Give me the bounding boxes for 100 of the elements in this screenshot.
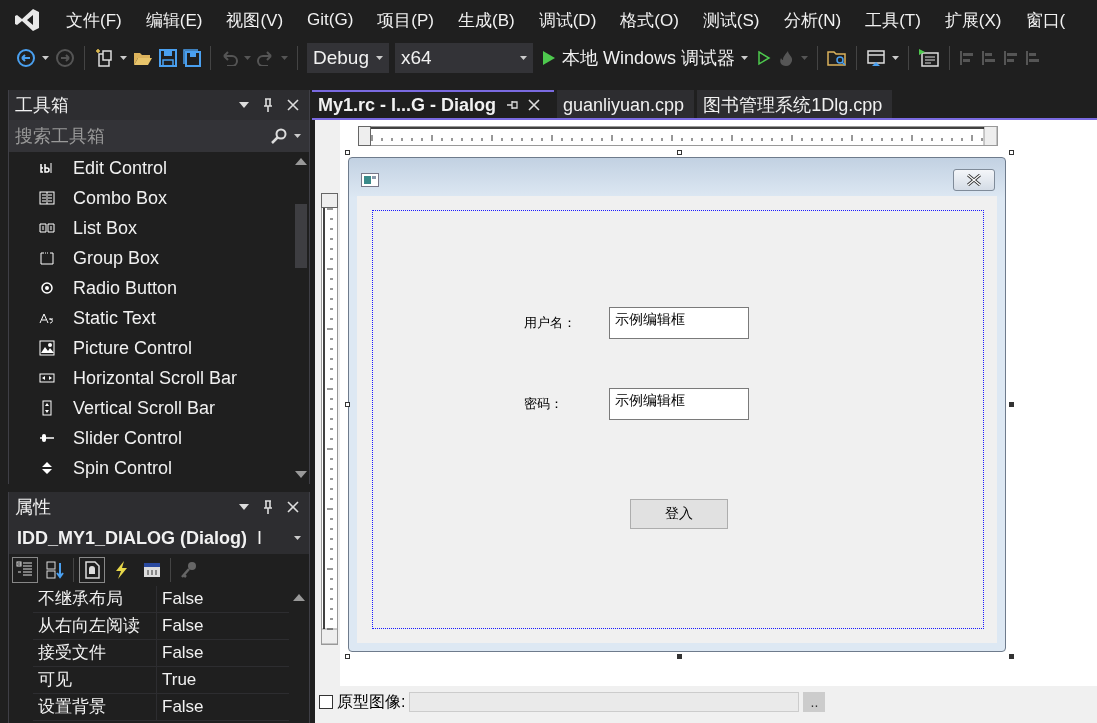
menu-item[interactable]: Git(G) <box>295 10 366 30</box>
property-value[interactable]: False <box>157 586 289 612</box>
start-debugging-button[interactable]: 本地 Windows 调试器 <box>539 46 752 70</box>
folder-search-icon[interactable] <box>827 49 848 67</box>
dropdown-icon[interactable] <box>239 504 249 510</box>
menu-item[interactable]: 项目(P) <box>365 8 446 32</box>
resize-handle[interactable] <box>1009 402 1014 407</box>
search-icon[interactable] <box>270 128 288 144</box>
resize-handle[interactable] <box>345 150 350 155</box>
picture-icon <box>39 340 55 356</box>
resize-handle[interactable] <box>1009 654 1014 659</box>
caret-icon[interactable] <box>376 56 383 60</box>
editor-tab[interactable]: guanliyuan.cpp <box>557 90 695 118</box>
menu-item[interactable]: 测试(S) <box>690 8 772 32</box>
dropdown-icon[interactable] <box>239 102 249 108</box>
group-box-icon <box>39 250 55 266</box>
pin-icon[interactable] <box>263 500 273 514</box>
close-icon[interactable] <box>287 99 299 111</box>
scroll-up-icon[interactable] <box>295 158 307 165</box>
menu-item[interactable]: 调试(D) <box>526 8 609 32</box>
toolbox-item[interactable]: Edit Control <box>9 153 293 183</box>
scroll-down-icon[interactable] <box>295 471 307 478</box>
toolbox-item[interactable]: Spin Control <box>9 453 293 483</box>
categorized-icon[interactable] <box>13 558 37 582</box>
save-all-icon[interactable] <box>183 49 201 67</box>
field-label: 用户名： <box>524 314 576 332</box>
menu-item[interactable]: 窗口( <box>1013 8 1078 32</box>
dialog-window[interactable]: 用户名： 示例编辑框 密码： 示例编辑框 登入 <box>348 157 1006 652</box>
pin-icon[interactable] <box>506 99 519 111</box>
configuration-dropdown[interactable]: Debug <box>307 43 389 73</box>
save-icon[interactable] <box>159 49 177 67</box>
toolbox-item[interactable]: Vertical Scroll Bar <box>9 393 293 423</box>
toolbox-item[interactable]: List Box <box>9 213 293 243</box>
play-icon <box>542 50 556 66</box>
menu-item[interactable]: 分析(N) <box>771 8 854 32</box>
new-project-icon[interactable] <box>94 48 114 68</box>
toolbox-item[interactable]: Combo Box <box>9 183 293 213</box>
caret-icon[interactable] <box>294 536 301 540</box>
play-outline-icon[interactable] <box>757 50 772 66</box>
resize-handle[interactable] <box>345 402 350 407</box>
caret-icon[interactable] <box>120 56 127 60</box>
vertical-scroll-icon <box>39 400 55 416</box>
menu-item[interactable]: 编辑(E) <box>133 8 215 32</box>
edit-box[interactable]: 示例编辑框 <box>609 388 749 420</box>
browse-button[interactable]: .. <box>803 692 826 712</box>
checkbox[interactable] <box>319 695 333 709</box>
field-label: 密码： <box>524 395 563 413</box>
close-icon <box>966 174 982 186</box>
scrollbar-thumb[interactable] <box>295 204 307 268</box>
pin-icon[interactable] <box>263 98 273 112</box>
resize-handle[interactable] <box>677 654 682 659</box>
caret-icon[interactable] <box>741 56 749 60</box>
close-icon[interactable] <box>287 501 299 513</box>
search-input[interactable]: 搜索工具箱 <box>15 125 264 147</box>
property-name: 可见 <box>33 667 157 693</box>
menu-item[interactable]: 格式(O) <box>608 8 691 32</box>
object-name: IDD_MY1_DIALOG (Dialog) <box>17 527 248 549</box>
sort-icon[interactable] <box>43 558 67 582</box>
radio-button-icon <box>39 280 55 296</box>
property-value[interactable]: False <box>157 640 289 666</box>
form-icon[interactable] <box>918 48 941 68</box>
property-value[interactable]: False <box>157 694 289 720</box>
resize-handle[interactable] <box>677 150 682 155</box>
panel-title: 属性 <box>15 496 52 519</box>
property-value[interactable]: False <box>157 613 289 639</box>
edit-box[interactable]: 示例编辑框 <box>609 307 749 339</box>
menu-item[interactable]: 工具(T) <box>853 8 933 32</box>
resize-handle[interactable] <box>345 654 350 659</box>
menu-item[interactable]: 视图(V) <box>214 8 296 32</box>
property-name: 不继承布局 <box>33 586 157 612</box>
login-button[interactable]: 登入 <box>630 499 728 529</box>
image-path-field[interactable] <box>409 692 800 712</box>
object-type: I <box>257 527 264 549</box>
editor-tab[interactable]: My1.rc - I...G - Dialog <box>312 90 555 118</box>
toolbox-item[interactable]: Group Box <box>9 243 293 273</box>
editor-tab[interactable]: 图书管理系统1Dlg.cpp <box>697 90 893 118</box>
resize-handle[interactable] <box>1009 150 1014 155</box>
toolbox-item[interactable]: Radio Button <box>9 273 293 303</box>
caret-icon[interactable] <box>294 134 301 138</box>
toolbox-item[interactable]: Static Text <box>9 303 293 333</box>
property-name: 接受文件 <box>33 640 157 666</box>
caret-icon[interactable] <box>42 56 49 60</box>
toolbox-item[interactable]: Picture Control <box>9 333 293 363</box>
property-value[interactable]: True <box>157 667 289 693</box>
search-field[interactable]: 搜索工具箱 <box>9 120 309 152</box>
back-icon[interactable] <box>16 48 36 68</box>
close-icon[interactable] <box>528 99 541 111</box>
properties-page-icon[interactable] <box>80 558 104 582</box>
dialog-close-button[interactable] <box>953 169 995 191</box>
toolbox-item[interactable]: Horizontal Scroll Bar <box>9 363 293 393</box>
window-icon[interactable] <box>866 48 887 68</box>
menu-item[interactable]: 生成(B) <box>446 8 527 32</box>
menu-item[interactable]: 扩展(X) <box>932 8 1014 32</box>
platform-dropdown[interactable]: x64 <box>395 43 533 73</box>
caret-icon[interactable] <box>892 56 900 60</box>
toolbox-item[interactable]: Slider Control <box>9 423 293 453</box>
list-box-icon <box>39 220 55 236</box>
menu-item[interactable]: 文件(F) <box>54 8 134 32</box>
scroll-up-icon[interactable] <box>293 594 305 601</box>
caret-icon[interactable] <box>520 56 527 60</box>
